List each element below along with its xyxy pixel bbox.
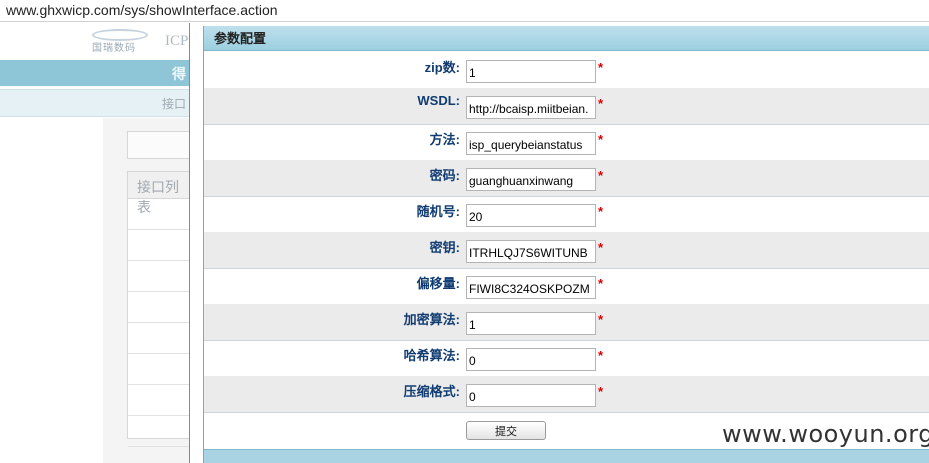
background-page: 国瑞数码 ICP 得 接口 接口列表 [0,23,190,463]
list-item [128,354,190,385]
offset-input[interactable] [466,276,596,299]
required-mark: * [598,276,604,291]
list-item [128,230,190,261]
submit-button[interactable]: 提交 [466,421,546,440]
dialog-title: 参数配置 [204,26,929,51]
compression-format-input[interactable] [466,384,596,407]
required-mark: * [598,312,604,327]
form-row-encryption: 加密算法: * [204,304,929,341]
address-bar[interactable]: www.ghxwicp.com/sys/showInterface.action [0,0,929,22]
divider [189,23,190,463]
brand-text: ICP [165,33,189,49]
wsdl-input[interactable] [466,96,596,119]
form-row-compression: 压缩格式: * [204,376,929,413]
encryption-algorithm-label: 加密算法: [403,312,460,327]
form-row-method: 方法: * [204,124,929,161]
wsdl-label: WSDL: [417,93,460,108]
zip-input[interactable] [466,60,596,83]
list-item [128,323,190,354]
form-row-wsdl: WSDL: * [204,88,929,125]
form-row-zip: zip数: * [204,52,929,89]
required-mark: * [598,348,604,363]
method-label: 方法: [429,132,460,147]
compression-format-label: 压缩格式: [403,384,460,399]
required-mark: * [598,168,604,183]
encryption-algorithm-input[interactable] [466,312,596,335]
form-row-password: 密码: * [204,160,929,197]
password-input[interactable] [466,168,596,191]
required-mark: * [598,60,604,75]
random-number-input[interactable] [466,204,596,227]
required-mark: * [598,132,604,147]
watermark: www.wooyun.org [722,420,929,448]
method-input[interactable] [466,132,596,155]
list-item [128,199,190,230]
zip-label: zip数: [424,60,460,75]
form-row-random: 随机号: * [204,196,929,233]
background-sub-text: 接口 [161,97,186,111]
list-item [128,261,190,292]
list-item [128,385,190,416]
background-search-input [127,131,190,159]
secret-key-label: 密钥: [429,240,460,255]
required-mark: * [598,96,604,111]
background-nav-text: 得 [172,66,186,82]
hash-algorithm-label: 哈希算法: [403,348,460,363]
list-item [128,416,190,447]
background-nav-bar: 得 [0,60,190,86]
background-interface-list: 接口列表 [127,171,190,447]
required-mark: * [598,204,604,219]
password-label: 密码: [429,168,460,183]
offset-label: 偏移量: [416,276,460,291]
hash-algorithm-input[interactable] [466,348,596,371]
logo-text: 国瑞数码 [92,43,136,54]
logo: 国瑞数码 [92,29,148,54]
background-sub-bar: 接口 [0,89,190,117]
form-row-offset: 偏移量: * [204,268,929,305]
dialog-footer [204,449,929,463]
random-number-label: 随机号: [416,204,460,219]
parameter-config-dialog: 参数配置 zip数: * WSDL: * 方法: * 密码: * 随机号: * … [204,26,929,463]
interface-list-header: 接口列表 [128,172,190,215]
background-left-area [0,118,102,463]
form-row-hash: 哈希算法: * [204,340,929,377]
secret-key-input[interactable] [466,240,596,263]
required-mark: * [598,240,604,255]
required-mark: * [598,384,604,399]
list-item [128,292,190,323]
form-row-key: 密钥: * [204,232,929,269]
